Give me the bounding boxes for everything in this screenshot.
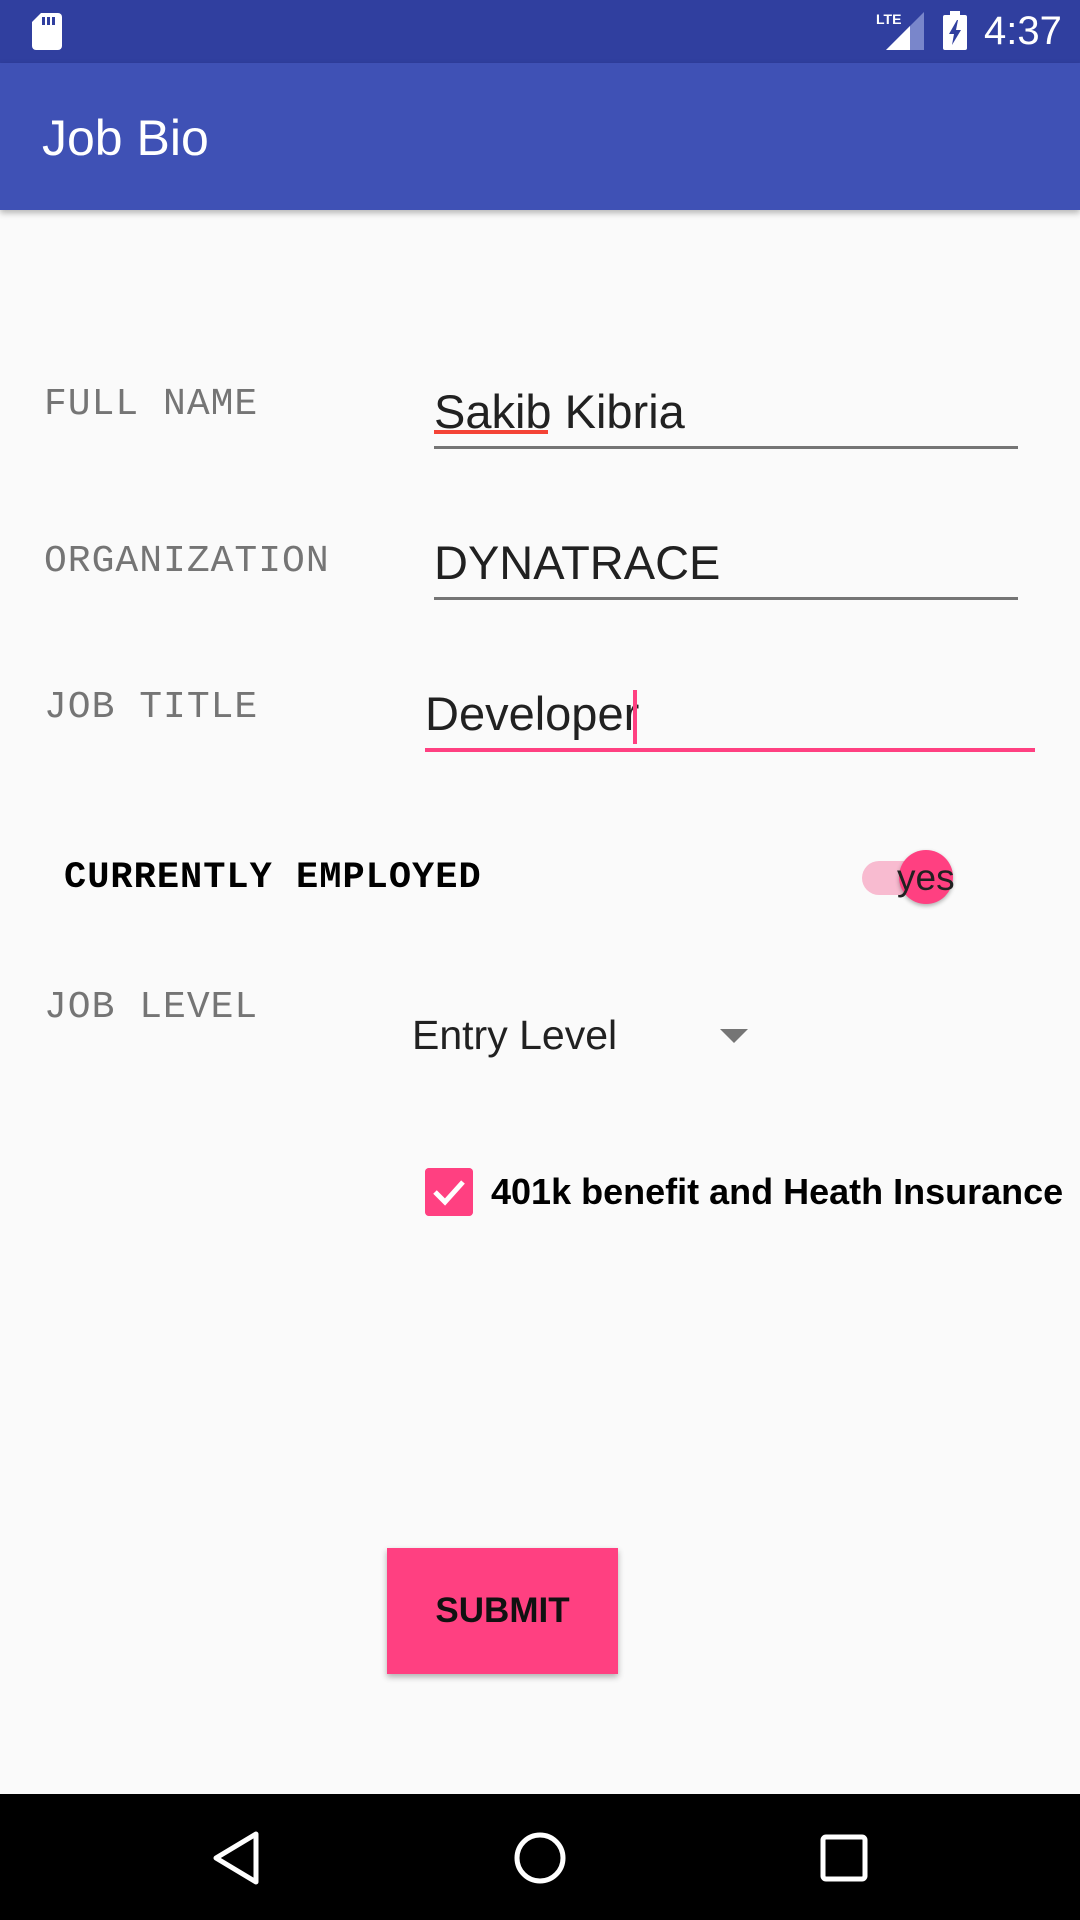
currently-employed-label: CURRENTLY EMPLOYED — [64, 857, 482, 899]
dropdown-arrow-icon[interactable] — [720, 1029, 748, 1043]
benefits-label[interactable]: 401k benefit and Heath Insurance — [491, 1169, 1063, 1215]
job-title-label: JOB TITLE — [44, 686, 259, 729]
submit-button[interactable]: SUBMIT — [387, 1548, 618, 1674]
full-name-underline — [434, 446, 1018, 449]
sd-card-icon — [32, 13, 62, 50]
job-title-input[interactable]: Developer — [425, 686, 639, 742]
svg-text:LTE: LTE — [876, 11, 901, 27]
full-name-label: FULL NAME — [44, 383, 259, 426]
organization-underline — [434, 597, 1018, 600]
recents-icon[interactable] — [819, 1833, 869, 1883]
clock: 4:37 — [984, 9, 1062, 53]
lte-signal-icon: LTE — [876, 11, 924, 50]
text-cursor — [633, 690, 637, 744]
app-title: Job Bio — [42, 110, 209, 166]
battery-charging-icon — [943, 11, 967, 50]
organization-label: ORGANIZATION — [44, 540, 330, 583]
job-level-spinner[interactable]: Entry Level — [412, 1010, 617, 1060]
job-level-label: JOB LEVEL — [44, 986, 259, 1029]
employed-switch-text: yes — [897, 857, 955, 898]
back-icon[interactable] — [210, 1830, 262, 1886]
organization-input[interactable]: DYNATRACE — [434, 535, 720, 591]
benefits-checkbox[interactable] — [425, 1168, 473, 1216]
job-title-underline — [425, 748, 1035, 752]
spellcheck-underline — [434, 430, 548, 434]
home-icon[interactable] — [512, 1830, 568, 1886]
